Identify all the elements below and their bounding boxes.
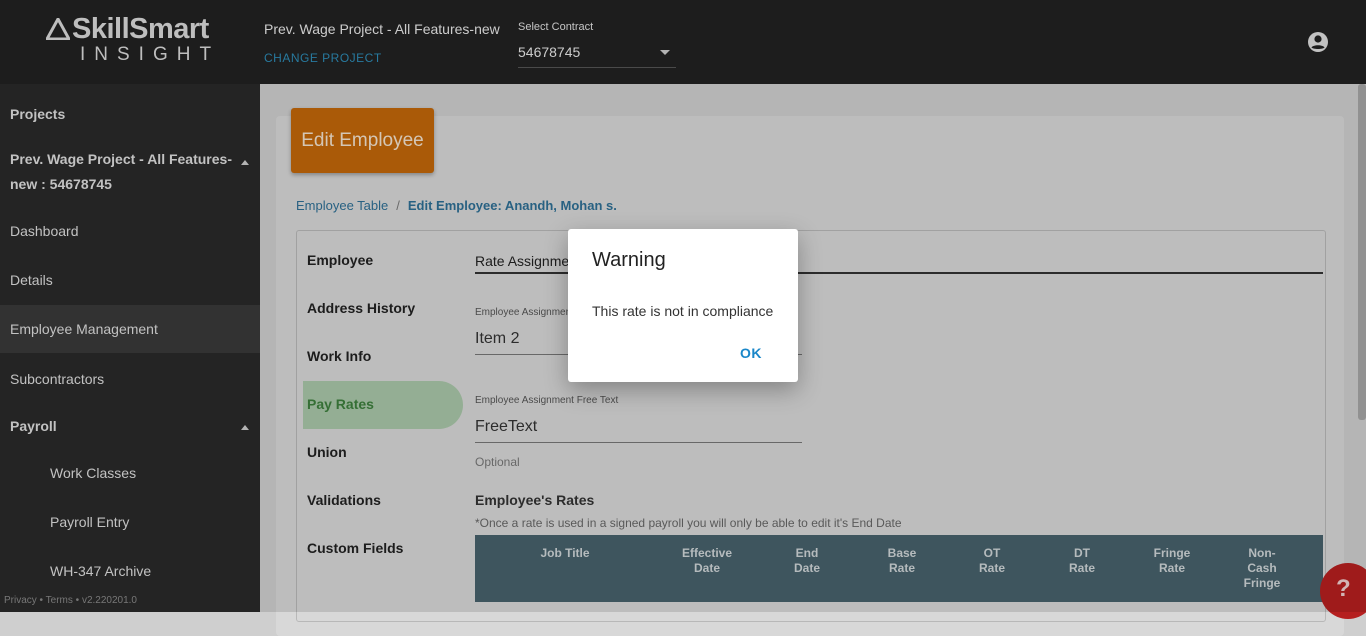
dialog-message: This rate is not in compliance [592, 303, 774, 319]
dialog-title: Warning [592, 249, 666, 271]
warning-dialog: Warning This rate is not in compliance O… [568, 229, 798, 382]
dialog-ok-button[interactable]: OK [740, 345, 762, 361]
